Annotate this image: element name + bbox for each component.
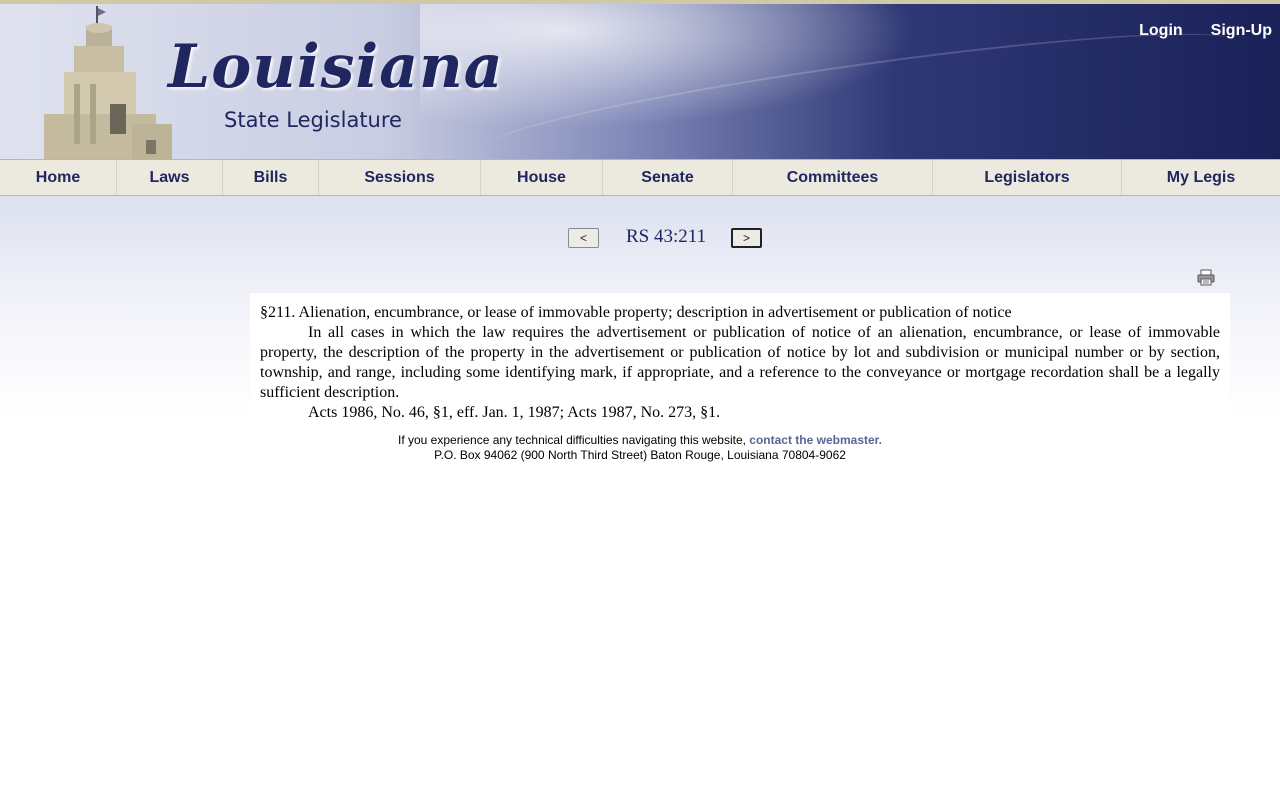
next-law-button[interactable]: > (731, 228, 762, 248)
footer-support-text: If you experience any technical difficul… (397, 433, 750, 447)
nav-item-legislators[interactable]: Legislators (933, 160, 1122, 195)
footer-support-line: If you experience any technical difficul… (0, 433, 1280, 448)
nav-item-committees[interactable]: Committees (733, 160, 933, 195)
site-footer: If you experience any technical difficul… (0, 433, 1280, 463)
nav-item-senate[interactable]: Senate (603, 160, 733, 195)
nav-item-sessions[interactable]: Sessions (319, 160, 481, 195)
previous-law-button[interactable]: < (568, 228, 599, 248)
nav-item-laws[interactable]: Laws (117, 160, 223, 195)
nav-item-my-legis[interactable]: My Legis (1122, 160, 1280, 195)
law-citation-title: RS 43:211 (626, 226, 707, 247)
signup-link[interactable]: Sign-Up (1211, 22, 1272, 40)
contact-webmaster-link[interactable]: contact the webmaster. (749, 433, 882, 447)
capitol-tower-image (44, 6, 172, 160)
main-nav: Home Laws Bills Sessions House Senate Co… (0, 159, 1280, 196)
law-heading: §211. Alienation, encumbrance, or lease … (260, 304, 1012, 321)
printer-icon[interactable] (1197, 269, 1215, 286)
login-link[interactable]: Login (1139, 22, 1183, 40)
account-links: Login Sign-Up (1139, 22, 1272, 40)
logo-title[interactable]: Louisiana (168, 32, 504, 102)
site-header: Louisiana State Legislature Login Sign-U… (0, 0, 1280, 160)
nav-item-house[interactable]: House (481, 160, 603, 195)
law-body: In all cases in which the law requires t… (260, 324, 1220, 401)
nav-item-home[interactable]: Home (0, 160, 117, 195)
law-history: Acts 1986, No. 46, §1, eff. Jan. 1, 1987… (308, 404, 721, 421)
law-document: §211. Alienation, encumbrance, or lease … (250, 293, 1230, 425)
law-pager: < RS 43:211 > (0, 226, 1280, 252)
footer-address: P.O. Box 94062 (900 North Third Street) … (434, 448, 846, 462)
nav-item-bills[interactable]: Bills (223, 160, 319, 195)
logo-subtitle[interactable]: State Legislature (224, 108, 402, 132)
